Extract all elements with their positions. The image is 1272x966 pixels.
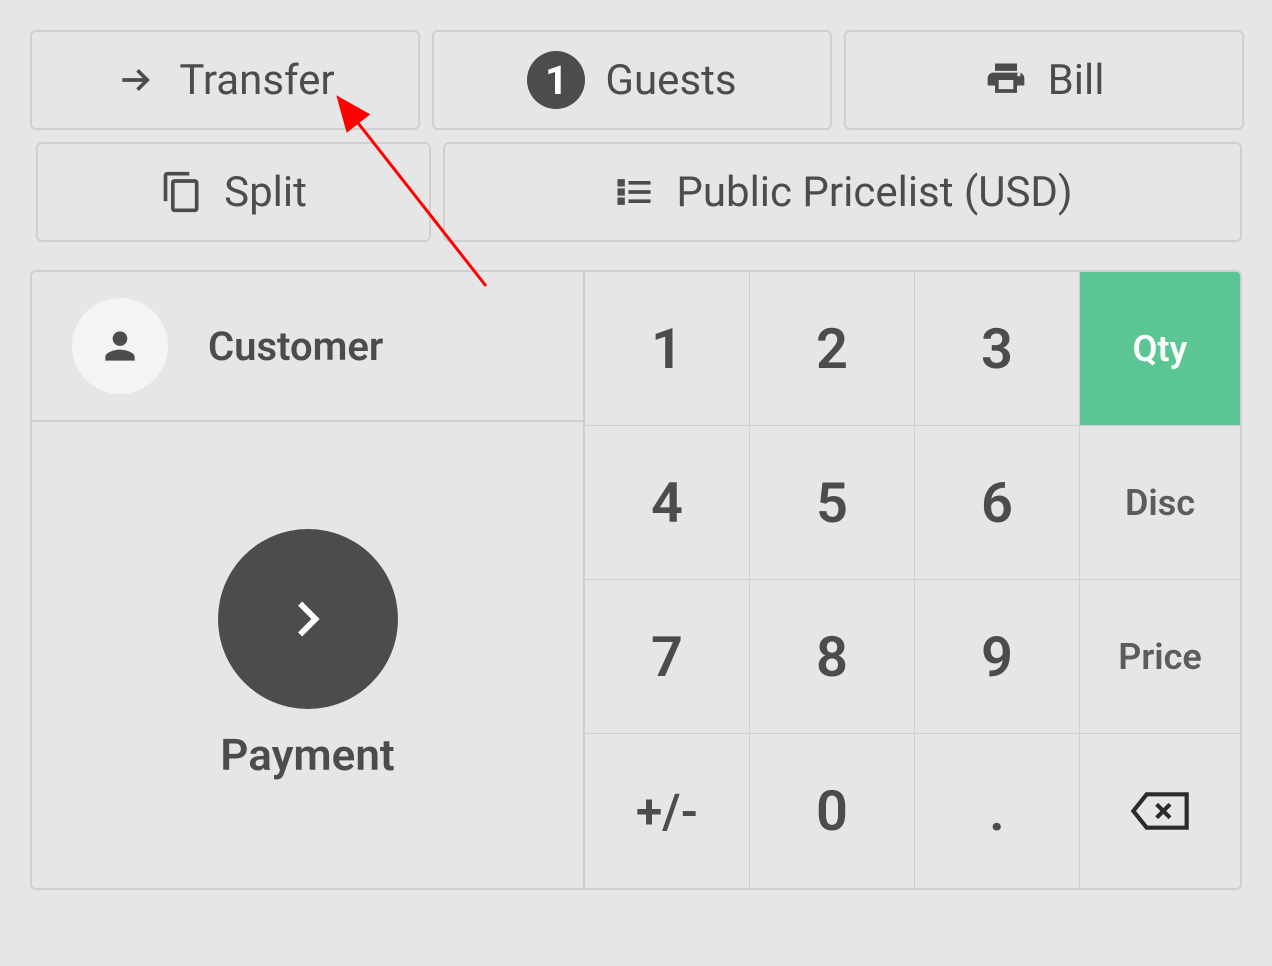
numpad-7[interactable]: 7	[585, 580, 750, 734]
avatar	[72, 298, 168, 394]
pos-panel: Customer Payment 1 2 3 Qty 4 5 6 Disc 7 …	[30, 270, 1242, 890]
transfer-label: Transfer	[179, 56, 334, 105]
pricelist-button[interactable]: Public Pricelist (USD)	[443, 142, 1242, 242]
numpad-0[interactable]: 0	[750, 734, 915, 888]
numpad-4[interactable]: 4	[585, 426, 750, 580]
customer-label: Customer	[208, 323, 383, 370]
guests-count-badge: 1	[527, 51, 585, 109]
numpad: 1 2 3 Qty 4 5 6 Disc 7 8 9 Price +/- 0 .	[583, 272, 1240, 888]
payment-circle	[218, 529, 398, 709]
list-icon	[612, 170, 656, 214]
arrow-right-icon	[115, 58, 159, 102]
numpad-9[interactable]: 9	[915, 580, 1080, 734]
numpad-dot[interactable]: .	[915, 734, 1080, 888]
numpad-disc[interactable]: Disc	[1080, 426, 1240, 580]
numpad-8[interactable]: 8	[750, 580, 915, 734]
pricelist-label: Public Pricelist (USD)	[676, 168, 1072, 217]
numpad-5[interactable]: 5	[750, 426, 915, 580]
split-label: Split	[224, 168, 307, 217]
bill-button[interactable]: Bill	[844, 30, 1244, 130]
transfer-button[interactable]: Transfer	[30, 30, 420, 130]
bill-label: Bill	[1048, 56, 1105, 105]
numpad-3[interactable]: 3	[915, 272, 1080, 426]
payment-label: Payment	[220, 729, 394, 781]
guests-label: Guests	[605, 56, 736, 105]
chevron-right-icon	[273, 584, 343, 654]
numpad-qty[interactable]: Qty	[1080, 272, 1240, 426]
numpad-backspace[interactable]	[1080, 734, 1240, 888]
backspace-icon	[1130, 791, 1190, 831]
printer-icon	[984, 58, 1028, 102]
user-icon	[98, 324, 142, 368]
payment-button[interactable]: Payment	[32, 422, 583, 888]
numpad-price[interactable]: Price	[1080, 580, 1240, 734]
numpad-6[interactable]: 6	[915, 426, 1080, 580]
guests-button[interactable]: 1 Guests	[432, 30, 832, 130]
numpad-1[interactable]: 1	[585, 272, 750, 426]
numpad-plusminus[interactable]: +/-	[585, 734, 750, 888]
copy-icon	[160, 170, 204, 214]
customer-button[interactable]: Customer	[32, 272, 583, 422]
numpad-2[interactable]: 2	[750, 272, 915, 426]
split-button[interactable]: Split	[36, 142, 431, 242]
